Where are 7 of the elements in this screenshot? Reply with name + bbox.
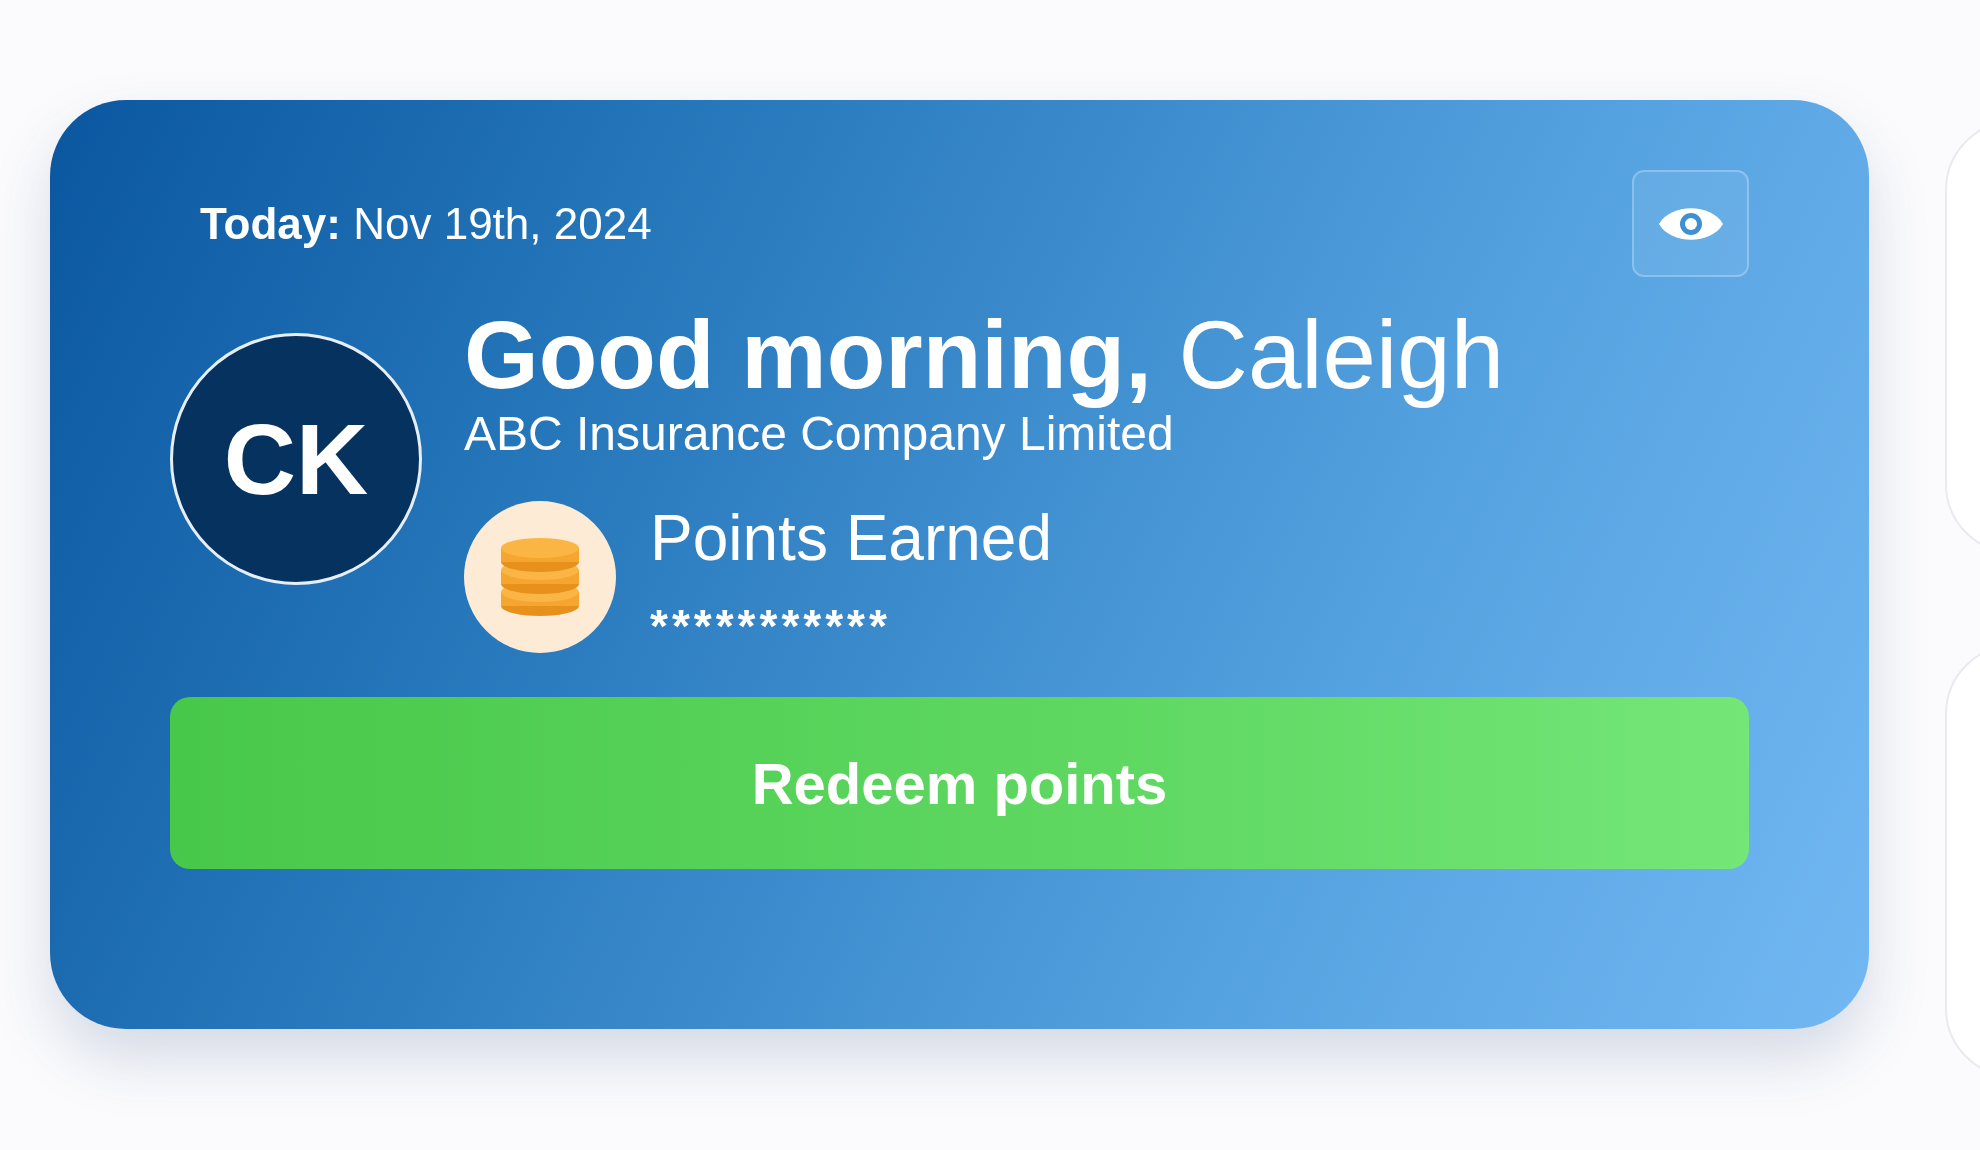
company-name: ABC Insurance Company Limited <box>464 407 1175 462</box>
greeting-heading: Good morning, Caleigh <box>464 300 1505 410</box>
avatar: CK <box>170 333 422 585</box>
points-label: Points Earned <box>650 501 1053 576</box>
date-text: Today: Nov 19th, 2024 <box>200 198 652 249</box>
points-value: *********** <box>650 599 892 654</box>
redeem-button[interactable]: Redeem points <box>170 697 1749 870</box>
